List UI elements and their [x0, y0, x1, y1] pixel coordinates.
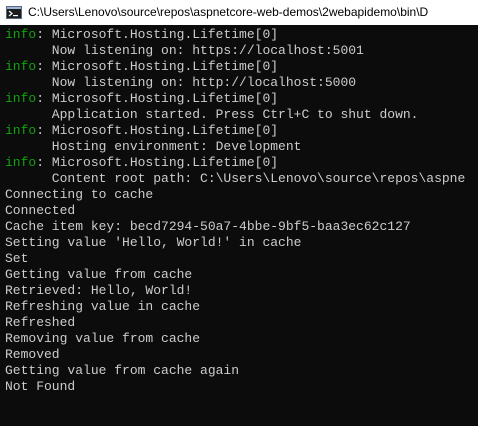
- log-level-label: info: [5, 155, 37, 170]
- console-line: Setting value 'Hello, World!' in cache: [5, 235, 471, 251]
- console-line: Now listening on: http://localhost:5000: [5, 75, 471, 91]
- console-output[interactable]: info: Microsoft.Hosting.Lifetime[0] Now …: [5, 27, 471, 426]
- console-line-text: Removing value from cache: [5, 331, 201, 346]
- log-level-label: info: [5, 91, 37, 106]
- console-line: Hosting environment: Development: [5, 139, 471, 155]
- console-line-text: Set: [5, 251, 29, 266]
- console-line-text: : Microsoft.Hosting.Lifetime[0]: [36, 91, 279, 106]
- console-line-text: Application started. Press Ctrl+C to shu…: [5, 107, 419, 122]
- console-window: C:\Users\Lenovo\source\repos\aspnetcore-…: [0, 0, 478, 426]
- console-line-text: Retrieved: Hello, World!: [5, 283, 193, 298]
- console-line-text: Cache item key: becd7294-50a7-4bbe-9bf5-…: [5, 219, 411, 234]
- title-bar[interactable]: C:\Users\Lenovo\source\repos\aspnetcore-…: [0, 0, 478, 25]
- console-line: Removed: [5, 347, 471, 363]
- console-line-text: Removed: [5, 347, 60, 362]
- console-line-text: Now listening on: https://localhost:5001: [5, 43, 364, 58]
- console-line-text: Refreshing value in cache: [5, 299, 201, 314]
- console-line: Getting value from cache again: [5, 363, 471, 379]
- console-line-text: Content root path: C:\Users\Lenovo\sourc…: [5, 171, 466, 186]
- console-line-text: Connecting to cache: [5, 187, 154, 202]
- console-line: Connecting to cache: [5, 187, 471, 203]
- console-line-text: Hosting environment: Development: [5, 139, 302, 154]
- console-line-text: Now listening on: http://localhost:5000: [5, 75, 357, 90]
- console-line-text: Connected: [5, 203, 76, 218]
- console-icon: [6, 6, 22, 19]
- console-line: Getting value from cache: [5, 267, 471, 283]
- log-level-label: info: [5, 123, 37, 138]
- console-line-text: : Microsoft.Hosting.Lifetime[0]: [36, 27, 279, 42]
- console-line: Application started. Press Ctrl+C to shu…: [5, 107, 471, 123]
- log-level-label: info: [5, 27, 37, 42]
- console-line-text: : Microsoft.Hosting.Lifetime[0]: [36, 59, 279, 74]
- console-line: Removing value from cache: [5, 331, 471, 347]
- console-line: Not Found: [5, 379, 471, 395]
- console-line: Set: [5, 251, 471, 267]
- console-line-text: Refreshed: [5, 315, 76, 330]
- console-line: Refreshing value in cache: [5, 299, 471, 315]
- console-line-text: Not Found: [5, 379, 76, 394]
- console-line-text: : Microsoft.Hosting.Lifetime[0]: [36, 155, 279, 170]
- console-line-text: Getting value from cache again: [5, 363, 240, 378]
- console-line: Refreshed: [5, 315, 471, 331]
- console-line: Content root path: C:\Users\Lenovo\sourc…: [5, 171, 471, 187]
- console-line: info: Microsoft.Hosting.Lifetime[0]: [5, 123, 471, 139]
- console-line: Connected: [5, 203, 471, 219]
- console-line-text: : Microsoft.Hosting.Lifetime[0]: [36, 123, 279, 138]
- console-line-text: Setting value 'Hello, World!' in cache: [5, 235, 302, 250]
- console-line: info: Microsoft.Hosting.Lifetime[0]: [5, 59, 471, 75]
- console-line: info: Microsoft.Hosting.Lifetime[0]: [5, 27, 471, 43]
- console-line: Now listening on: https://localhost:5001: [5, 43, 471, 59]
- console-line: info: Microsoft.Hosting.Lifetime[0]: [5, 91, 471, 107]
- scrollbar[interactable]: [472, 25, 478, 426]
- window-title: C:\Users\Lenovo\source\repos\aspnetcore-…: [28, 5, 429, 19]
- console-line: info: Microsoft.Hosting.Lifetime[0]: [5, 155, 471, 171]
- console-line: Retrieved: Hello, World!: [5, 283, 471, 299]
- console-line-text: Getting value from cache: [5, 267, 193, 282]
- log-level-label: info: [5, 59, 37, 74]
- console-line: Cache item key: becd7294-50a7-4bbe-9bf5-…: [5, 219, 471, 235]
